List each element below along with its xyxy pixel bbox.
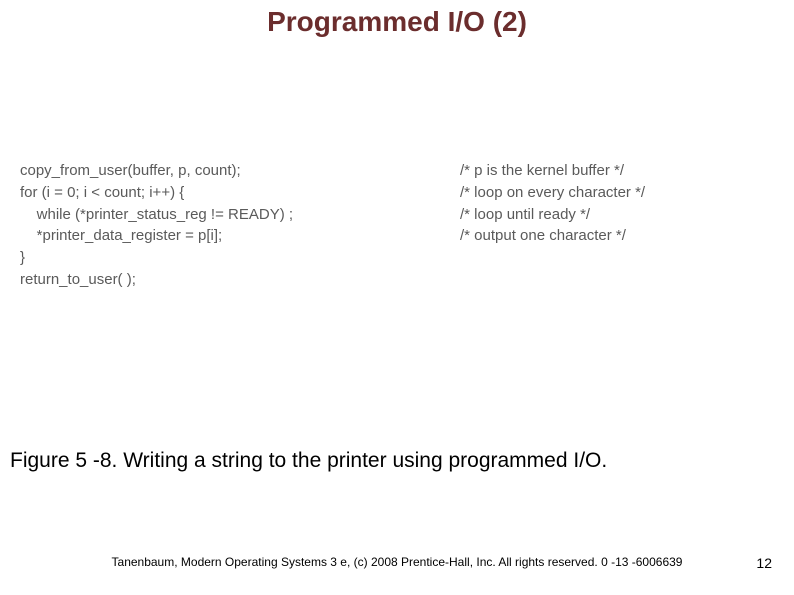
code-text: } (20, 247, 460, 269)
code-text: for (i = 0; i < count; i++) { (20, 182, 460, 204)
code-text: copy_from_user(buffer, p, count); (20, 160, 460, 182)
page-number: 12 (756, 555, 772, 571)
code-comment: /* p is the kernel buffer */ (460, 160, 624, 182)
code-line: for (i = 0; i < count; i++) { /* loop on… (20, 182, 780, 204)
code-line: copy_from_user(buffer, p, count); /* p i… (20, 160, 780, 182)
code-figure: copy_from_user(buffer, p, count); /* p i… (20, 160, 780, 291)
code-text: *printer_data_register = p[i]; (20, 225, 460, 247)
code-line: *printer_data_register = p[i]; /* output… (20, 225, 780, 247)
code-comment: /* loop on every character */ (460, 182, 645, 204)
slide-title: Programmed I/O (2) (0, 6, 794, 38)
code-comment: /* loop until ready */ (460, 204, 590, 226)
code-line: return_to_user( ); (20, 269, 780, 291)
code-line: while (*printer_status_reg != READY) ; /… (20, 204, 780, 226)
code-text: while (*printer_status_reg != READY) ; (20, 204, 460, 226)
code-comment: /* output one character */ (460, 225, 626, 247)
figure-caption: Figure 5 -8. Writing a string to the pri… (10, 449, 784, 473)
code-text: return_to_user( ); (20, 269, 460, 291)
code-line: } (20, 247, 780, 269)
footer-citation: Tanenbaum, Modern Operating Systems 3 e,… (0, 555, 794, 569)
